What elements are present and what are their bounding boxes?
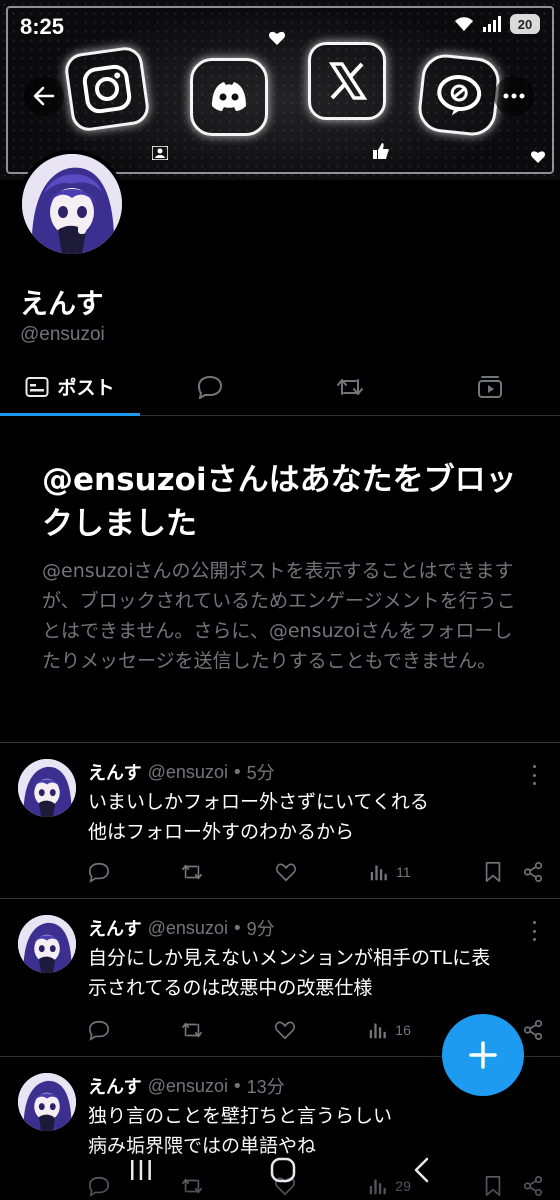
status-icons: 20 xyxy=(454,14,540,34)
block-notice-title: @ensuzoiさんはあなたをブロックしました xyxy=(42,462,517,542)
repost-icon xyxy=(182,1022,203,1038)
post-more-button[interactable] xyxy=(524,765,544,785)
more-dots-icon xyxy=(503,93,525,99)
post-text-line: 示されてるのは改悪中の改悪仕様 xyxy=(88,977,373,999)
post-text: いまいしかフォロー外さずにいてくれる 他はフォロー外すのわかるから xyxy=(88,787,542,847)
post-avatar[interactable] xyxy=(18,915,76,973)
tab-posts-label: ポスト xyxy=(57,377,115,399)
repost-button[interactable] xyxy=(181,1019,203,1041)
post-header: えんす @ensuzoi • 5分 xyxy=(88,759,542,785)
post-more-button[interactable] xyxy=(524,921,544,941)
reply-button[interactable] xyxy=(88,1019,110,1041)
post-author-handle[interactable]: @ensuzoi xyxy=(148,918,228,939)
anime-avatar-image xyxy=(18,915,76,973)
views-count: 16 xyxy=(395,1022,411,1038)
post-author-handle[interactable]: @ensuzoi xyxy=(148,762,228,783)
instagram-logo-icon xyxy=(62,44,152,134)
back-button[interactable] xyxy=(24,76,64,116)
like-button[interactable] xyxy=(275,861,297,883)
post-author-handle[interactable]: @ensuzoi xyxy=(148,1076,228,1097)
home-icon[interactable] xyxy=(270,1157,296,1183)
views-bar-icon xyxy=(370,865,387,881)
separator-dot: • xyxy=(231,917,243,939)
separator-dot: • xyxy=(231,761,243,783)
discord-logo-icon xyxy=(190,58,268,136)
plus-icon xyxy=(469,1041,497,1069)
post-avatar[interactable] xyxy=(18,759,76,817)
post-author-name[interactable]: えんす xyxy=(88,1073,142,1099)
reply-icon xyxy=(89,862,109,883)
battery-indicator: 20 xyxy=(510,14,540,34)
reply-icon xyxy=(89,1020,109,1041)
post-text: 自分にしか見えないメンションが相手のTLに表 示されてるのは改悪中の改悪仕様 xyxy=(88,943,542,1003)
media-icon xyxy=(478,375,502,398)
tab-reposts[interactable] xyxy=(280,358,420,415)
profile-avatar[interactable] xyxy=(18,150,126,258)
user-decor-icon xyxy=(152,146,168,160)
anime-avatar-image xyxy=(22,154,122,254)
post-text-line: 自分にしか見えないメンションが相手のTLに表 xyxy=(88,947,491,969)
posts-icon xyxy=(25,376,49,397)
share-icon[interactable] xyxy=(522,1019,544,1041)
reply-button[interactable] xyxy=(88,861,110,883)
post-time[interactable]: 5分 xyxy=(247,759,275,785)
reposts-icon xyxy=(337,378,363,395)
back-arrow-icon xyxy=(33,86,55,106)
profile-handle: @ensuzoi xyxy=(20,324,105,345)
status-bar: 8:25 20 xyxy=(0,0,560,52)
profile-display-name: えんす xyxy=(20,287,104,320)
anime-avatar-image xyxy=(18,1073,76,1131)
x-logo-icon xyxy=(308,42,386,120)
recent-apps-icon[interactable] xyxy=(128,1158,154,1182)
profile-tabs: ポスト xyxy=(0,358,560,416)
post-item[interactable]: えんす @ensuzoi • 5分 いまいしかフォロー外さずにいてくれる 他はフ… xyxy=(0,742,560,898)
post-text-line: 独り言のことを壁打ちと言うらしい xyxy=(88,1105,393,1127)
wifi-icon xyxy=(455,17,473,31)
post-avatar[interactable] xyxy=(18,1073,76,1131)
compose-post-button[interactable] xyxy=(442,1014,524,1096)
heart-icon xyxy=(275,863,296,882)
post-author-name[interactable]: えんす xyxy=(88,915,142,941)
views-button[interactable]: 16 xyxy=(367,1019,411,1041)
post-author-name[interactable]: えんす xyxy=(88,759,142,785)
thumbs-up-decor-icon xyxy=(373,143,389,159)
post-text-line: 他はフォロー外すのわかるから xyxy=(88,821,355,843)
status-time: 8:25 xyxy=(20,14,65,39)
system-navigation-bar xyxy=(0,1140,560,1200)
more-options-button[interactable] xyxy=(494,76,534,116)
heart-icon xyxy=(275,1021,296,1040)
share-icon[interactable] xyxy=(522,861,544,883)
post-time[interactable]: 13分 xyxy=(247,1073,285,1099)
views-button[interactable]: 11 xyxy=(368,861,411,883)
post-text-line: いまいしかフォロー外さずにいてくれる xyxy=(88,791,429,813)
tab-replies[interactable] xyxy=(140,358,280,415)
heart-decor-icon xyxy=(530,151,546,163)
line-logo-icon xyxy=(416,52,502,138)
back-nav-icon[interactable] xyxy=(412,1157,432,1183)
bookmark-icon[interactable] xyxy=(482,861,504,883)
views-count: 11 xyxy=(396,864,411,880)
views-bar-icon xyxy=(370,1023,387,1039)
repost-icon xyxy=(182,864,203,880)
signal-icon xyxy=(483,16,501,32)
replies-icon xyxy=(197,375,223,399)
separator-dot: • xyxy=(231,1075,243,1097)
post-header: えんす @ensuzoi • 9分 xyxy=(88,915,542,941)
block-notice-description: @ensuzoiさんの公開ポストを表示することはできますが、ブロックされているた… xyxy=(42,560,516,672)
repost-button[interactable] xyxy=(181,861,203,883)
post-time[interactable]: 9分 xyxy=(247,915,275,941)
tab-posts[interactable]: ポスト xyxy=(0,358,140,416)
like-button[interactable] xyxy=(274,1019,296,1041)
post-actions: 11 xyxy=(88,857,544,887)
anime-avatar-image xyxy=(18,759,76,817)
tab-media[interactable] xyxy=(420,358,560,415)
